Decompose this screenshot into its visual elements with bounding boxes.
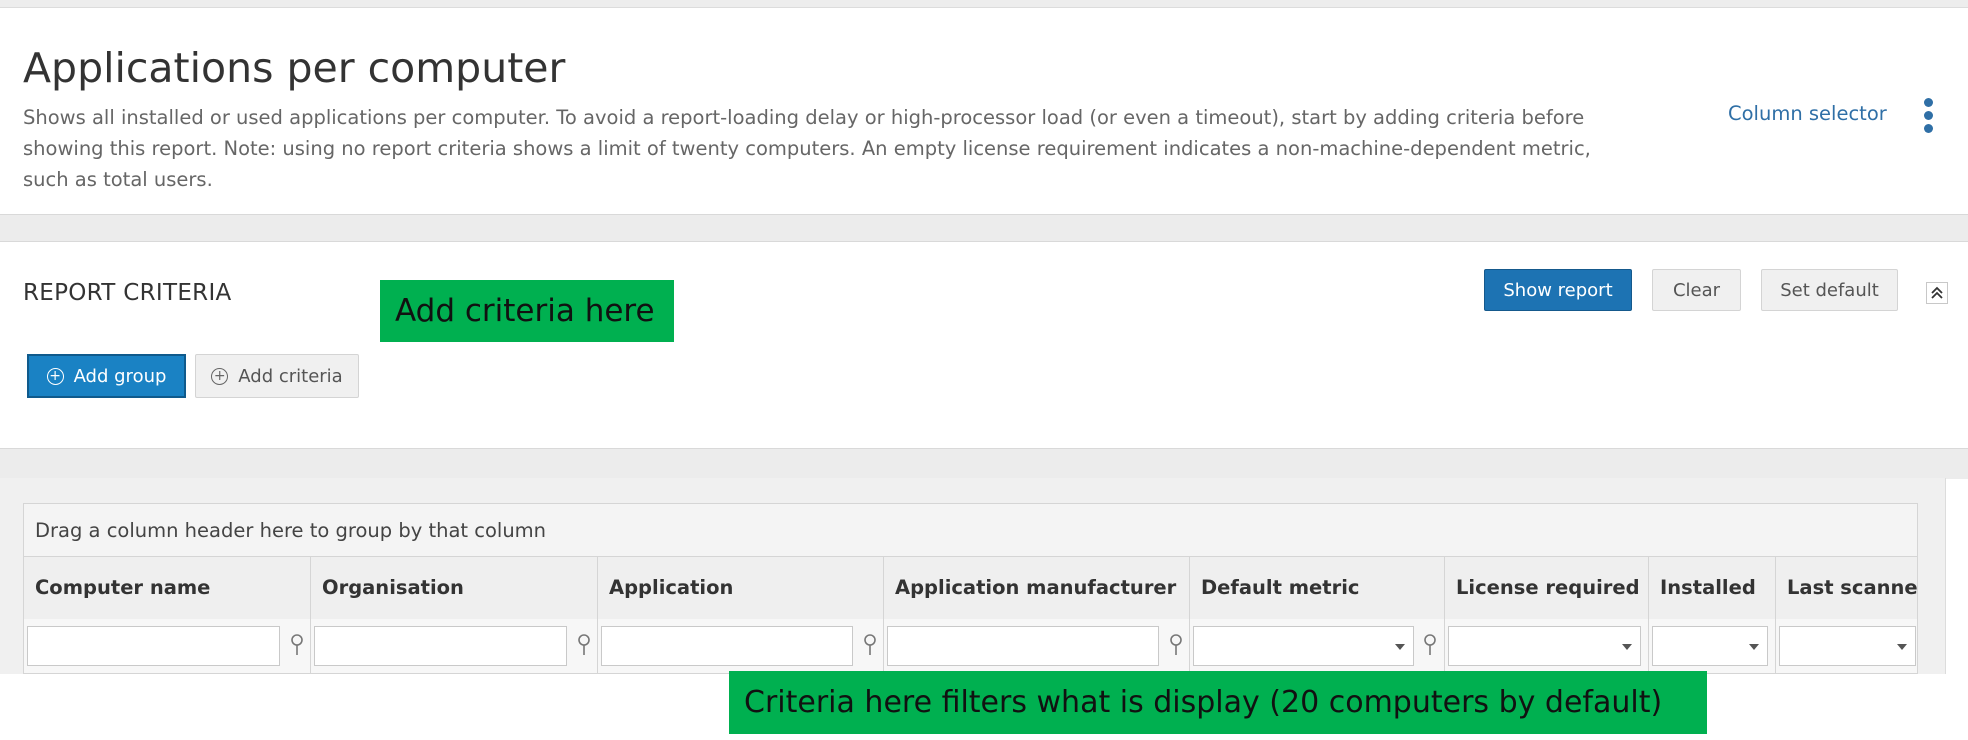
chevron-down-icon [1749,644,1759,650]
show-report-button[interactable]: Show report [1484,269,1632,311]
filter-input-organisation[interactable] [314,626,567,666]
column-header-computer-name[interactable]: Computer name [24,557,311,619]
filter-input-application[interactable] [601,626,853,666]
section-divider [0,448,1968,479]
group-by-drop-zone[interactable]: Drag a column header here to group by th… [24,504,1917,557]
report-grid: Drag a column header here to group by th… [23,503,1918,674]
top-strip [0,0,1968,8]
filter-cell-default-metric [1190,619,1445,673]
filter-select-installed[interactable] [1652,626,1768,666]
annotation-filter-note-text: Criteria here filters what is display (2… [744,685,1663,720]
filter-pin-icon[interactable] [1168,633,1184,657]
grid-filter-row [24,619,1917,673]
plus-circle-icon: + [211,367,229,385]
filter-cell-computer-name [24,619,311,673]
chevron-down-icon [1395,644,1405,650]
column-header-license-required[interactable]: License required [1445,557,1649,619]
double-chevron-up-icon [1931,286,1943,299]
column-header-installed[interactable]: Installed [1649,557,1776,619]
chevron-down-icon [1622,644,1632,650]
grid-header-row: Computer name Organisation Application A… [24,557,1917,620]
filter-pin-icon[interactable] [862,633,878,657]
filter-select-default-metric[interactable] [1193,626,1414,666]
filter-pin-icon[interactable] [1422,633,1438,657]
annotation-add-criteria-text: Add criteria here [395,293,655,329]
vertical-ellipsis-icon[interactable] [1920,98,1936,140]
page-description: Shows all installed or used applications… [23,106,1591,191]
column-header-last-scanned[interactable]: Last scanned [1776,557,1917,619]
annotation-filter-note: Criteria here filters what is display (2… [729,671,1707,734]
set-default-button[interactable]: Set default [1761,269,1898,311]
filter-pin-icon[interactable] [289,633,305,657]
filter-select-license-required[interactable] [1448,626,1641,666]
report-criteria-title: REPORT CRITERIA [23,280,232,306]
filter-input-application-manufacturer[interactable] [887,626,1159,666]
add-criteria-button[interactable]: + Add criteria [195,354,359,398]
clear-label: Clear [1672,279,1721,301]
set-default-label: Set default [1780,279,1879,301]
collapse-criteria-button[interactable] [1926,282,1948,304]
filter-cell-application-manufacturer [884,619,1190,673]
add-group-button[interactable]: + Add group [27,354,186,398]
filter-cell-license-required [1445,619,1649,673]
plus-circle-icon: + [46,367,64,385]
column-header-application[interactable]: Application [598,557,884,619]
filter-cell-installed [1649,619,1776,673]
column-header-default-metric[interactable]: Default metric [1190,557,1445,619]
add-group-label: Add group [73,365,167,387]
page-title: Applications per computer [23,44,566,92]
column-selector-link[interactable]: Column selector [1728,102,1887,125]
chevron-down-icon [1897,644,1907,650]
filter-cell-application [598,619,884,673]
filter-cell-last-scanned [1776,619,1917,673]
annotation-add-criteria: Add criteria here [380,280,674,342]
filter-input-computer-name[interactable] [27,626,280,666]
show-report-label: Show report [1503,279,1613,301]
column-header-organisation[interactable]: Organisation [311,557,598,619]
column-header-application-manufacturer[interactable]: Application manufacturer [884,557,1190,619]
report-criteria-panel: REPORT CRITERIA Show report Clear Set de… [0,242,1968,448]
add-criteria-label: Add criteria [238,365,343,387]
report-header: Applications per computer Shows all inst… [0,8,1968,214]
clear-button[interactable]: Clear [1652,269,1741,311]
filter-select-last-scanned[interactable] [1779,626,1916,666]
filter-cell-organisation [311,619,598,673]
filter-pin-icon[interactable] [576,633,592,657]
section-divider [0,214,1968,242]
